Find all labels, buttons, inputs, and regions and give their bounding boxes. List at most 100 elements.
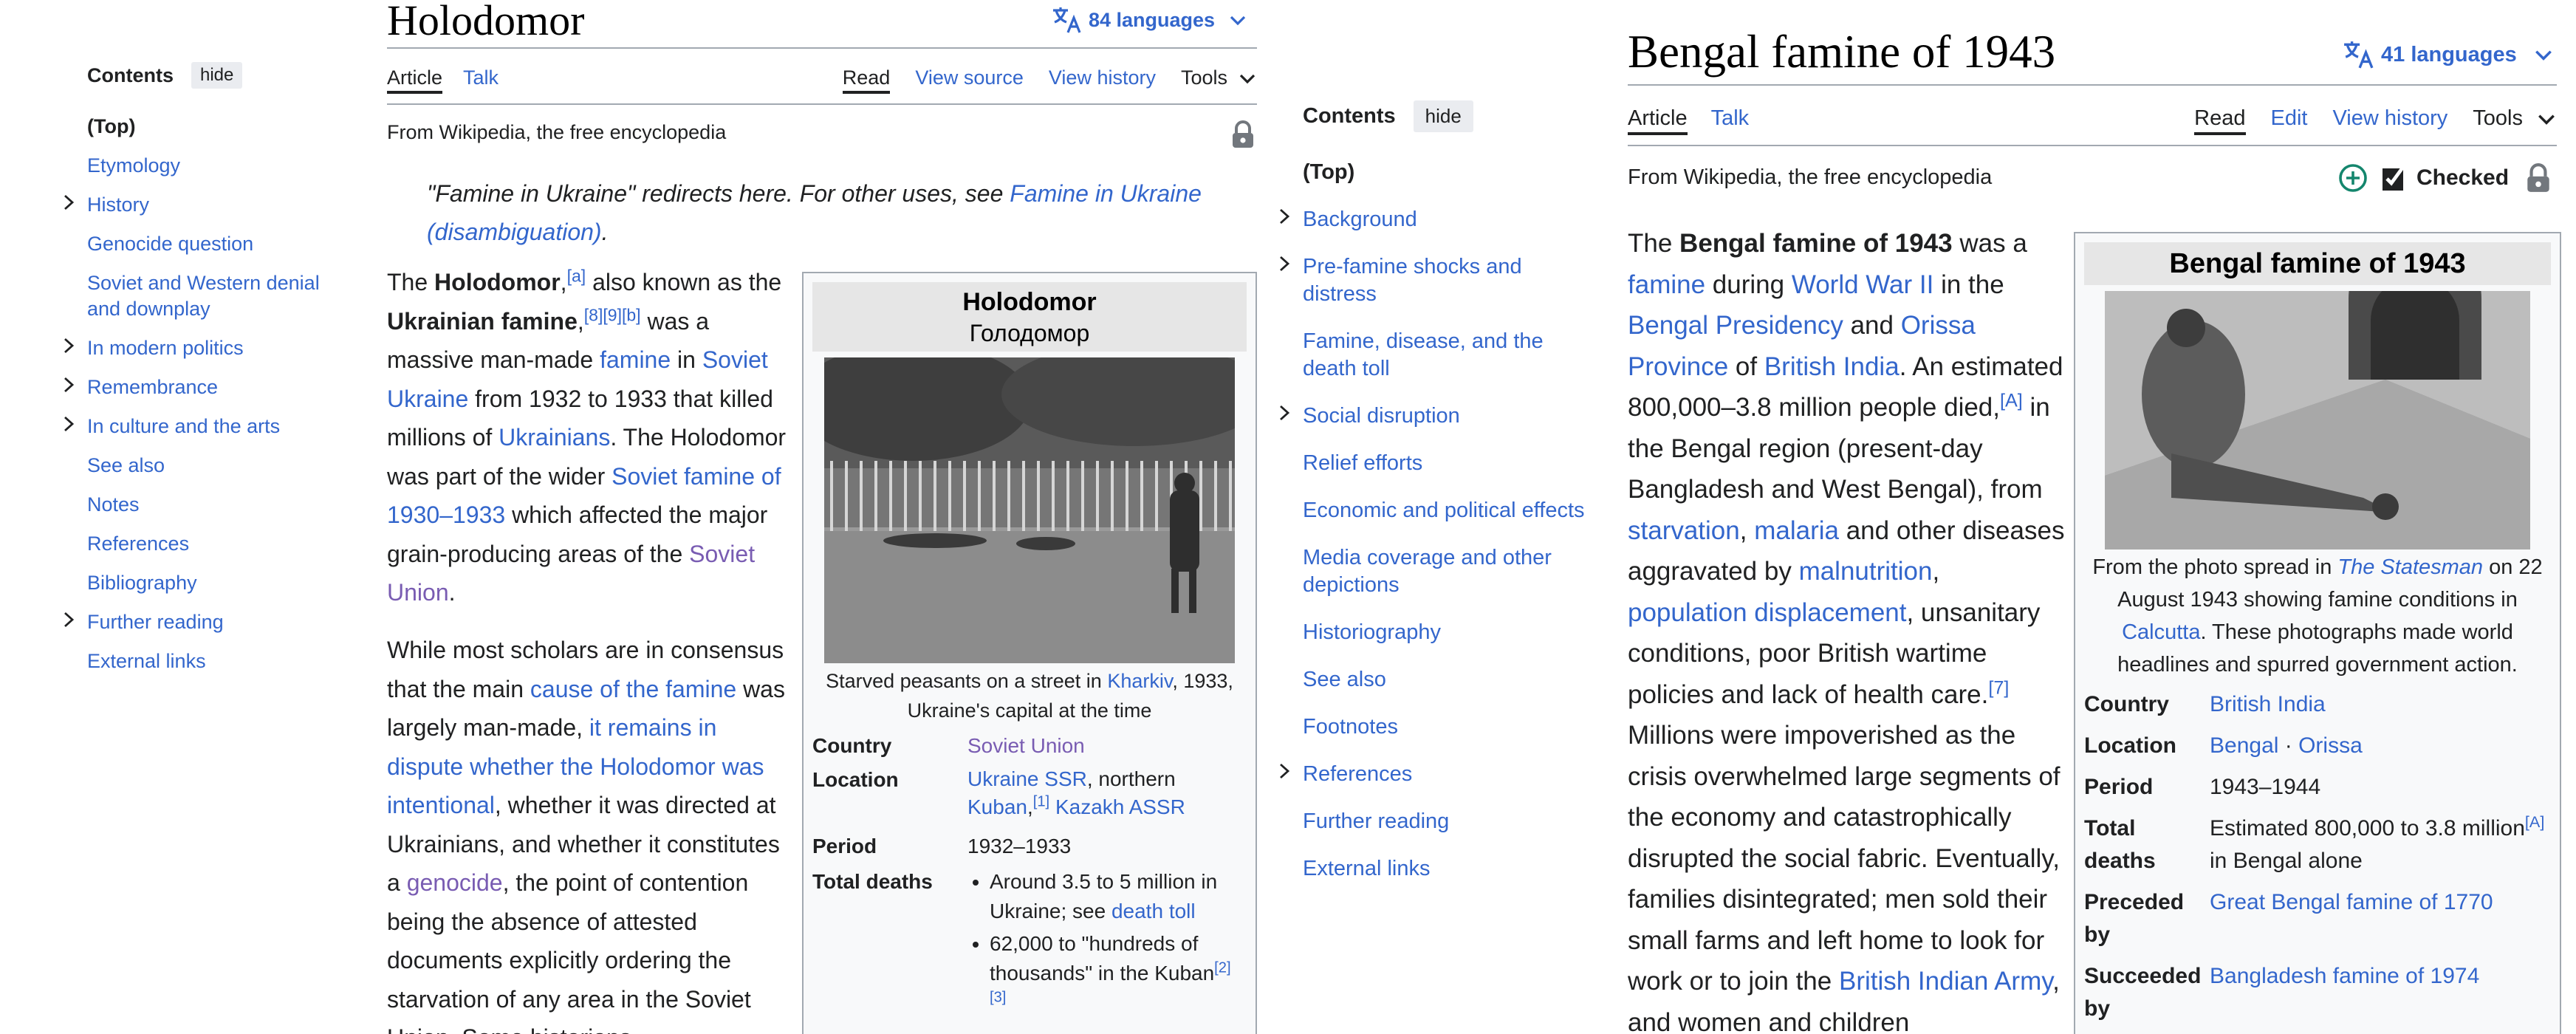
link-british-india[interactable]: British India — [1764, 352, 1900, 381]
chevron-right-icon[interactable] — [62, 337, 77, 355]
deaths-item: 62,000 to "hundreds of thousands" in the… — [990, 929, 1247, 1018]
toc-item-label: Background — [1303, 208, 1417, 231]
toc-item[interactable]: Famine, disease, and the death toll — [1303, 328, 1598, 383]
tab-read[interactable]: Read — [2194, 106, 2246, 135]
toc-item[interactable]: (Top) — [87, 114, 331, 140]
link-kuban[interactable]: Kuban — [967, 795, 1027, 818]
link-preceded-by[interactable]: Great Bengal famine of 1770 — [2210, 886, 2551, 951]
footnote-ref[interactable]: [7] — [1988, 677, 2009, 698]
tab-talk[interactable]: Talk — [1711, 106, 1750, 131]
link-british-indian-army[interactable]: British Indian Army — [1839, 967, 2052, 996]
toc-item[interactable]: Background — [1280, 206, 1598, 233]
chevron-right-icon[interactable] — [1278, 208, 1292, 225]
tab-view-history[interactable]: View history — [1049, 66, 1156, 89]
link-ukrainians[interactable]: Ukrainians — [499, 424, 610, 451]
lock-icon[interactable] — [1230, 120, 1256, 149]
toc-item[interactable]: Notes — [87, 492, 331, 518]
toc-item[interactable]: Remembrance — [64, 374, 331, 400]
chevron-right-icon[interactable] — [1278, 255, 1292, 273]
tab-view-history[interactable]: View history — [2332, 106, 2447, 131]
languages-button[interactable]: 84 languages — [1052, 6, 1247, 34]
tab-talk[interactable]: Talk — [463, 66, 499, 89]
tools-menu[interactable]: Tools — [2473, 106, 2557, 131]
chevron-right-icon[interactable] — [62, 194, 77, 211]
toc-item[interactable]: Footnotes — [1303, 713, 1598, 741]
link-famine[interactable]: famine — [1628, 270, 1705, 299]
tab-edit[interactable]: Edit — [2271, 106, 2308, 131]
chevron-right-icon[interactable] — [1278, 404, 1292, 422]
toc-item[interactable]: External links — [1303, 855, 1598, 883]
text: in the — [1933, 270, 2004, 299]
link-starvation[interactable]: starvation — [1628, 516, 1740, 545]
toc-item[interactable]: Etymology — [87, 153, 331, 179]
toc-item[interactable]: Soviet and Western denial and downplay — [87, 270, 331, 322]
tools-menu[interactable]: Tools — [1181, 66, 1257, 89]
footnote-ref[interactable]: [8][9][b] — [584, 305, 641, 324]
infobox-country-link[interactable]: Soviet Union — [967, 731, 1247, 761]
infobox-country-link[interactable]: British India — [2210, 688, 2551, 721]
footnote-ref[interactable]: [1] — [1033, 794, 1049, 810]
toc-item[interactable]: Pre-famine shocks and distress — [1280, 253, 1598, 308]
infobox-caption: Starved peasants on a street in Kharkiv,… — [812, 666, 1247, 725]
link-cause-of-famine[interactable]: cause of the famine — [530, 676, 736, 702]
link-population-displacement[interactable]: population displacement — [1628, 598, 1906, 627]
toc-item[interactable]: See also — [1303, 666, 1598, 694]
chevron-right-icon[interactable] — [1278, 762, 1292, 780]
infobox-row-period: Period 1932–1933 — [812, 832, 1247, 861]
chevron-right-icon[interactable] — [62, 415, 77, 433]
link-bengal[interactable]: Bengal — [2210, 733, 2278, 758]
toc-hide-button[interactable]: hide — [191, 62, 243, 89]
toc-item[interactable]: Genocide question — [87, 231, 331, 257]
infobox-row-country: Country Soviet Union — [812, 731, 1247, 761]
infobox-photo[interactable] — [824, 357, 1235, 663]
toc-item[interactable]: Bibliography — [87, 570, 331, 596]
link-succeeded-by[interactable]: Bangladesh famine of 1974 — [2210, 960, 2551, 1025]
toc-item[interactable]: Media coverage and other depictions — [1303, 544, 1598, 599]
toc-item[interactable]: Social disruption — [1280, 403, 1598, 430]
chevron-right-icon[interactable] — [62, 611, 77, 629]
toc-hide-button[interactable]: hide — [1413, 100, 1473, 132]
tab-read[interactable]: Read — [842, 66, 890, 94]
infobox-photo[interactable] — [2105, 291, 2530, 549]
toc-list: (Top) Background Pre-famine shocks and dis… — [1280, 159, 1598, 883]
caption-link-calcutta[interactable]: Calcutta — [2122, 620, 2200, 644]
link-malaria[interactable]: malaria — [1754, 516, 1839, 545]
link-death-toll[interactable]: death toll — [1111, 900, 1196, 922]
lock-icon[interactable] — [2525, 162, 2552, 194]
toc-item[interactable]: References — [87, 531, 331, 557]
tab-article[interactable]: Article — [1628, 106, 1688, 135]
tab-view-source[interactable]: View source — [915, 66, 1024, 89]
toc-item[interactable]: Further reading — [1303, 808, 1598, 835]
tab-article[interactable]: Article — [387, 66, 443, 94]
caption-link-statesman[interactable]: The Statesman — [2337, 555, 2483, 579]
toc-item[interactable]: (Top) — [1303, 159, 1598, 186]
translate-icon — [1053, 7, 1081, 33]
link-genocide[interactable]: genocide — [407, 869, 503, 896]
toc-item[interactable]: Historiography — [1303, 619, 1598, 646]
footnote-ref[interactable]: [2] — [1214, 960, 1230, 976]
toc-item[interactable]: Further reading — [64, 609, 331, 635]
toc-item[interactable]: In culture and the arts — [64, 414, 331, 439]
footnote-ref[interactable]: [A] — [2525, 812, 2544, 831]
link-famine[interactable]: famine — [600, 346, 671, 373]
add-circle-icon[interactable] — [2338, 163, 2368, 193]
footnote-ref[interactable]: [A] — [2000, 390, 2023, 411]
link-malnutrition[interactable]: malnutrition — [1799, 557, 1933, 586]
link-kazakh-assr[interactable]: Kazakh ASSR — [1055, 795, 1185, 818]
link-ukraine-ssr[interactable]: Ukraine SSR — [967, 767, 1087, 790]
footnote-ref[interactable]: [a] — [567, 266, 586, 285]
toc-item[interactable]: See also — [87, 453, 331, 479]
toc-item[interactable]: Relief efforts — [1303, 450, 1598, 477]
languages-button[interactable]: 41 languages — [2343, 40, 2554, 69]
link-orissa[interactable]: Orissa — [2298, 733, 2363, 758]
link-bengal-presidency[interactable]: Bengal Presidency — [1628, 311, 1843, 340]
toc-item[interactable]: External links — [87, 648, 331, 674]
toc-item[interactable]: History — [64, 192, 331, 218]
caption-link-kharkiv[interactable]: Kharkiv — [1107, 670, 1172, 692]
toc-item[interactable]: Economic and political effects — [1303, 497, 1598, 524]
toc-item[interactable]: In modern politics — [64, 335, 331, 361]
footnote-ref[interactable]: [3] — [990, 990, 1006, 1006]
link-world-war-ii[interactable]: World War II — [1792, 270, 1934, 299]
toc-item[interactable]: References — [1280, 761, 1598, 788]
chevron-right-icon[interactable] — [62, 376, 77, 394]
